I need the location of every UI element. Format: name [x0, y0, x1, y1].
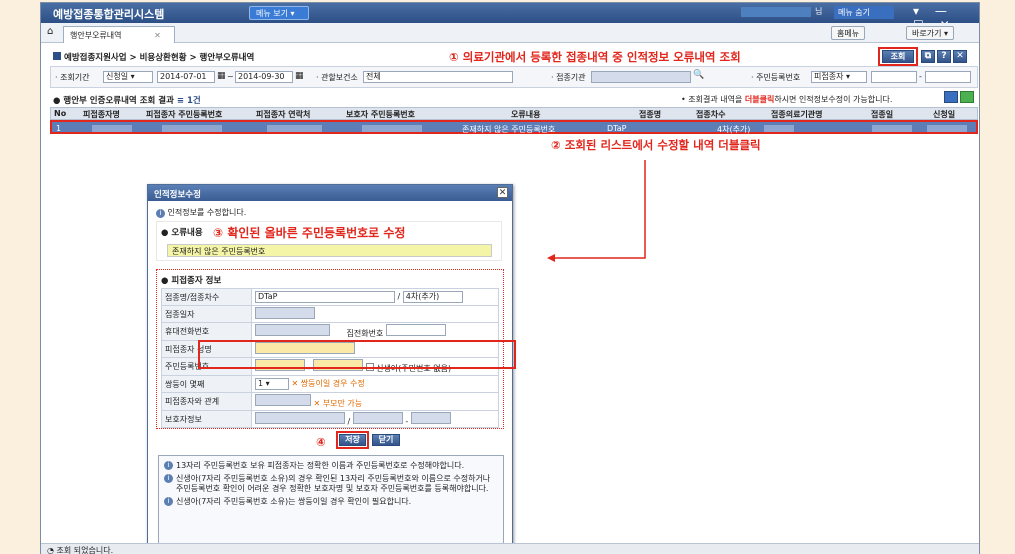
annotation-arrow	[547, 160, 646, 262]
